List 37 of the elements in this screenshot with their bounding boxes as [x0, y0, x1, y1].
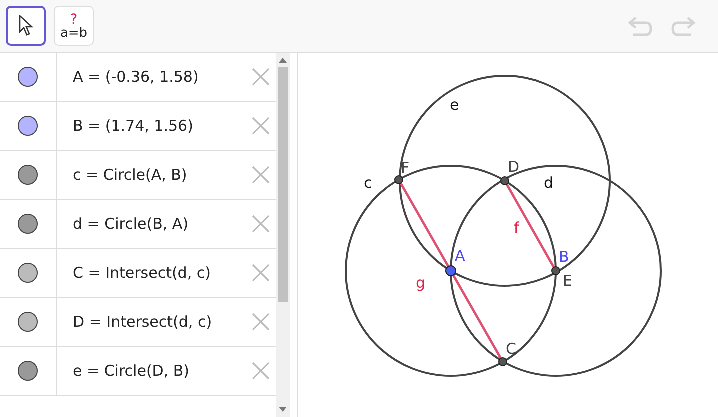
scrollbar[interactable]: [276, 53, 290, 417]
scroll-up-icon[interactable]: [279, 57, 287, 63]
object-label: d: [544, 174, 554, 192]
point[interactable]: [500, 176, 510, 186]
pointer-icon: [18, 15, 34, 37]
visibility-toggle[interactable]: [18, 67, 38, 87]
visibility-toggle[interactable]: [18, 165, 38, 185]
algebra-expression[interactable]: d = Circle(B, A): [57, 212, 252, 236]
relation-tool-button[interactable]: ? a=b: [54, 6, 94, 46]
object-label: f: [514, 219, 520, 237]
algebra-expression[interactable]: c = Circle(A, B): [57, 164, 252, 186]
scroll-down-icon[interactable]: [279, 407, 287, 413]
object-label: A: [455, 247, 466, 265]
object-label: c: [364, 174, 372, 192]
algebra-expression[interactable]: B = (1.74, 1.56): [57, 114, 252, 138]
visibility-toggle[interactable]: [18, 214, 38, 234]
algebra-expression[interactable]: e = Circle(D, B): [57, 360, 252, 382]
object-label: e: [450, 96, 460, 114]
visibility-toggle[interactable]: [18, 312, 38, 332]
visibility-toggle[interactable]: [18, 116, 38, 136]
object-label: C: [506, 340, 516, 358]
point[interactable]: [498, 358, 508, 366]
visibility-toggle[interactable]: [18, 361, 38, 381]
algebra-expression[interactable]: A = (-0.36, 1.58): [57, 66, 252, 88]
algebra-expression[interactable]: C = Intersect(d, c): [57, 262, 252, 284]
object-label: g: [416, 274, 426, 292]
object-label: B: [559, 248, 570, 266]
object-label: E: [563, 272, 572, 290]
object-label: F: [401, 159, 410, 177]
visibility-toggle[interactable]: [18, 263, 38, 283]
point[interactable]: [446, 266, 456, 276]
move-tool-button[interactable]: [6, 6, 46, 46]
point[interactable]: [552, 266, 560, 276]
scroll-thumb[interactable]: [278, 67, 288, 302]
point[interactable]: [394, 176, 404, 184]
algebra-expression[interactable]: D = Intersect(d, c): [57, 310, 252, 334]
object-label: D: [508, 158, 520, 176]
